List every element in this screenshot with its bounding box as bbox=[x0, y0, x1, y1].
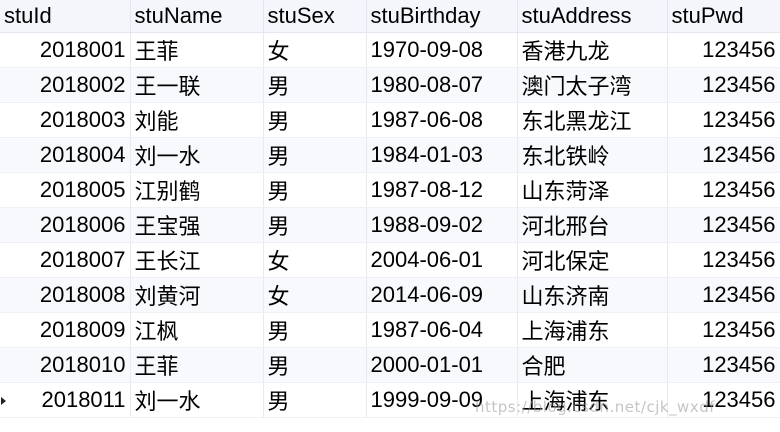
cell-stusex[interactable]: 男 bbox=[263, 172, 367, 208]
cell-stubirthday[interactable]: 1988-09-02 bbox=[366, 207, 518, 243]
cell-stuid[interactable]: 2018004 bbox=[0, 137, 131, 173]
cell-stuaddress[interactable]: 河北保定 bbox=[517, 242, 668, 278]
cell-stusex[interactable]: 男 bbox=[263, 207, 367, 243]
cell-stuid[interactable]: 2018002 bbox=[0, 67, 131, 103]
results-table: stuId stuName stuSex stuBirthday stuAddr… bbox=[0, 0, 780, 418]
cell-stuname[interactable]: 王菲 bbox=[130, 347, 264, 383]
column-header-stuid[interactable]: stuId bbox=[0, 0, 131, 33]
column-header-stuname[interactable]: stuName bbox=[130, 0, 264, 33]
table-row[interactable]: 2018005 江别鹤男 1987-08-12 山东菏泽 123456 bbox=[0, 172, 780, 208]
cell-stuaddress[interactable]: 上海浦东 bbox=[517, 312, 668, 348]
cell-stupwd[interactable]: 123456 bbox=[667, 242, 780, 278]
cell-stuname[interactable]: 刘一水 bbox=[130, 382, 264, 418]
cell-stuname[interactable]: 刘一水 bbox=[130, 137, 264, 173]
cell-stubirthday[interactable]: 1970-09-08 bbox=[366, 32, 518, 68]
cell-stusex[interactable]: 男 bbox=[263, 347, 367, 383]
table-row[interactable]: 2018009 江枫男 1987-06-04 上海浦东 123456 bbox=[0, 312, 780, 348]
cell-stubirthday[interactable]: 1987-06-04 bbox=[366, 312, 518, 348]
cell-stusex[interactable]: 男 bbox=[263, 382, 367, 418]
cell-stubirthday[interactable]: 2004-06-01 bbox=[366, 242, 518, 278]
table-row[interactable]: 2018001 王菲女 1970-09-08 香港九龙 123456 bbox=[0, 32, 780, 68]
cell-stuaddress[interactable]: 东北黑龙江 bbox=[517, 102, 668, 138]
cell-stuaddress[interactable]: 澳门太子湾 bbox=[517, 67, 668, 103]
column-header-stusex[interactable]: stuSex bbox=[263, 0, 367, 33]
cell-stuaddress[interactable]: 河北邢台 bbox=[517, 207, 668, 243]
cell-stuaddress[interactable]: 香港九龙 bbox=[517, 32, 668, 68]
cell-stuid[interactable]: 2018009 bbox=[0, 312, 131, 348]
table-row[interactable]: 2018004 刘一水男 1984-01-03 东北铁岭 123456 bbox=[0, 137, 780, 173]
result-grid[interactable]: stuId stuName stuSex stuBirthday stuAddr… bbox=[0, 0, 780, 418]
cell-stupwd[interactable]: 123456 bbox=[667, 347, 780, 383]
cell-stubirthday[interactable]: 2014-06-09 bbox=[366, 277, 518, 313]
cell-stubirthday[interactable]: 1980-08-07 bbox=[366, 67, 518, 103]
cell-stuaddress[interactable]: 合肥 bbox=[517, 347, 668, 383]
header-row: stuId stuName stuSex stuBirthday stuAddr… bbox=[0, 0, 780, 33]
table-row[interactable]: 2018003 刘能男 1987-06-08 东北黑龙江 123456 bbox=[0, 102, 780, 138]
cell-stupwd[interactable]: 123456 bbox=[667, 172, 780, 208]
cell-stusex[interactable]: 男 bbox=[263, 137, 367, 173]
cell-stubirthday[interactable]: 2000-01-01 bbox=[366, 347, 518, 383]
cell-stuid[interactable]: 2018011 bbox=[0, 382, 131, 418]
cell-stusex[interactable]: 男 bbox=[263, 312, 367, 348]
cell-stuid[interactable]: 2018005 bbox=[0, 172, 131, 208]
table-row[interactable]: 2018007 王长江女 2004-06-01 河北保定 123456 bbox=[0, 242, 780, 278]
cell-stuid[interactable]: 2018007 bbox=[0, 242, 131, 278]
cell-stuid[interactable]: 2018003 bbox=[0, 102, 131, 138]
cell-stuname[interactable]: 江枫 bbox=[130, 312, 264, 348]
table-row[interactable]: 2018008 刘黄河女 2014-06-09 山东济南 123456 bbox=[0, 277, 780, 313]
cell-stuname[interactable]: 王长江 bbox=[130, 242, 264, 278]
cell-stupwd[interactable]: 123456 bbox=[667, 32, 780, 68]
column-header-stuaddress[interactable]: stuAddress bbox=[517, 0, 668, 33]
cell-stuaddress[interactable]: 东北铁岭 bbox=[517, 137, 668, 173]
current-row-indicator-icon bbox=[1, 396, 6, 405]
cell-stuname[interactable]: 王菲 bbox=[130, 32, 264, 68]
cell-stuname[interactable]: 王一联 bbox=[130, 67, 264, 103]
cell-stubirthday[interactable]: 1987-08-12 bbox=[366, 172, 518, 208]
column-header-stubirthday[interactable]: stuBirthday bbox=[366, 0, 518, 33]
cell-stupwd[interactable]: 123456 bbox=[667, 382, 780, 418]
cell-stupwd[interactable]: 123456 bbox=[667, 312, 780, 348]
cell-stuid[interactable]: 2018001 bbox=[0, 32, 131, 68]
cell-stubirthday[interactable]: 1984-01-03 bbox=[366, 137, 518, 173]
cell-stusex[interactable]: 男 bbox=[263, 67, 367, 103]
column-header-stupwd[interactable]: stuPwd bbox=[667, 0, 780, 33]
cell-stupwd[interactable]: 123456 bbox=[667, 277, 780, 313]
cell-stuid[interactable]: 2018010 bbox=[0, 347, 131, 383]
cell-stuname[interactable]: 刘黄河 bbox=[130, 277, 264, 313]
cell-stubirthday[interactable]: 1999-09-09 bbox=[366, 382, 518, 418]
cell-stupwd[interactable]: 123456 bbox=[667, 137, 780, 173]
cell-stuname[interactable]: 江别鹤 bbox=[130, 172, 264, 208]
cell-stusex[interactable]: 女 bbox=[263, 32, 367, 68]
cell-stuaddress[interactable]: 山东济南 bbox=[517, 277, 668, 313]
cell-stupwd[interactable]: 123456 bbox=[667, 102, 780, 138]
table-row[interactable]: 2018010 王菲男 2000-01-01 合肥 123456 bbox=[0, 347, 780, 383]
cell-stuname[interactable]: 王宝强 bbox=[130, 207, 264, 243]
cell-stuid[interactable]: 2018008 bbox=[0, 277, 131, 313]
cell-stusex[interactable]: 女 bbox=[263, 242, 367, 278]
cell-stuaddress[interactable]: 上海浦东 bbox=[517, 382, 668, 418]
cell-stupwd[interactable]: 123456 bbox=[667, 207, 780, 243]
table-body: 2018001 王菲女 1970-09-08 香港九龙 123456 2018002 王一联… bbox=[0, 32, 780, 418]
table-row[interactable]: 2018002 王一联男 1980-08-07 澳门太子湾 123456 bbox=[0, 67, 780, 103]
cell-stubirthday[interactable]: 1987-06-08 bbox=[366, 102, 518, 138]
table-row[interactable]: 2018006 王宝强男 1988-09-02 河北邢台 123456 bbox=[0, 207, 780, 243]
cell-stusex[interactable]: 男 bbox=[263, 102, 367, 138]
cell-stuaddress[interactable]: 山东菏泽 bbox=[517, 172, 668, 208]
cell-stupwd[interactable]: 123456 bbox=[667, 67, 780, 103]
cell-stusex[interactable]: 女 bbox=[263, 277, 367, 313]
table-row[interactable]: 2018011 刘一水男 1999-09-09 上海浦东 123456 bbox=[0, 382, 780, 418]
cell-stuid[interactable]: 2018006 bbox=[0, 207, 131, 243]
cell-stuname[interactable]: 刘能 bbox=[130, 102, 264, 138]
